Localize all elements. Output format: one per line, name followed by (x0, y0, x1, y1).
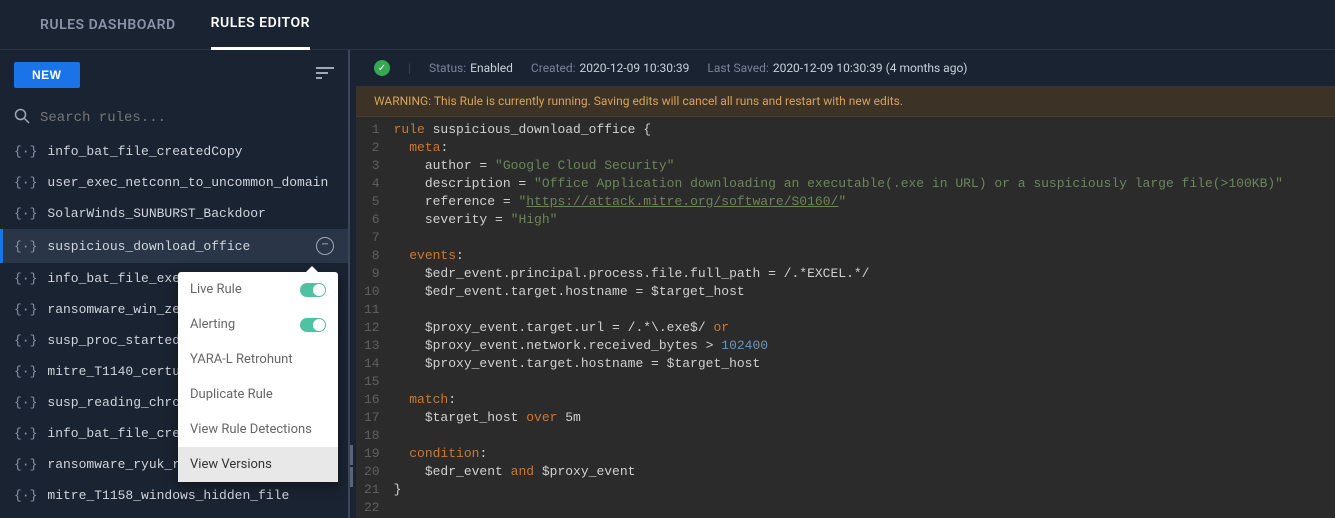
line-gutter: 12345678910111213141516171819202122 (356, 117, 394, 518)
rule-name: info_bat_file_exe (47, 271, 180, 286)
alerting-toggle[interactable] (300, 318, 326, 332)
menu-versions[interactable]: View Versions (178, 447, 338, 482)
tabs-bar: RULES DASHBOARD RULES EDITOR (0, 0, 1335, 50)
menu-live-rule[interactable]: Live Rule (178, 272, 338, 307)
rule-item[interactable]: {·} info_bat_file_createdCopy (0, 136, 348, 167)
rule-item[interactable]: {·} SolarWinds_SUNBURST_Backdoor (0, 198, 348, 229)
rule-icon: {·} (14, 333, 37, 348)
rule-name: mitre_T1158_windows_hidden_file (47, 488, 289, 503)
rule-name: susp_proc_started (47, 333, 180, 348)
rule-context-menu: Live Rule Alerting YARA-L Retrohunt Dupl… (178, 272, 338, 482)
tab-editor[interactable]: RULES EDITOR (211, 0, 310, 50)
rule-item[interactable]: {·} mitre_T1158_windows_hidden_file (0, 480, 348, 511)
rule-icon: {·} (14, 426, 37, 441)
sort-icon[interactable] (316, 67, 334, 83)
created-label: Created: (531, 61, 576, 75)
status-ok-icon: ✓ (374, 60, 390, 76)
status-bar: ✓ | Status:Enabled Created:2020-12-09 10… (356, 50, 1335, 86)
rule-name: suspicious_download_office (47, 239, 250, 254)
live-rule-toggle[interactable] (300, 283, 326, 297)
rule-name: ransomware_win_ze (47, 302, 180, 317)
rule-name: susp_reading_chro (47, 395, 180, 410)
menu-alerting[interactable]: Alerting (178, 307, 338, 342)
status-value: Enabled (470, 61, 513, 75)
rule-icon: {·} (14, 395, 37, 410)
rule-icon: {·} (14, 488, 37, 503)
rule-item[interactable]: {·} user_exec_netconn_to_uncommon_domain (0, 167, 348, 198)
menu-live-rule-label: Live Rule (190, 282, 242, 297)
rule-icon: {·} (14, 239, 37, 254)
rule-icon: {·} (14, 457, 37, 472)
rule-name: mitre_T1140_certu (47, 364, 180, 379)
search-icon (14, 108, 40, 128)
menu-retrohunt[interactable]: YARA-L Retrohunt (178, 342, 338, 377)
saved-label: Last Saved: (707, 61, 768, 75)
rule-name: info_bat_file_createdCopy (47, 144, 242, 159)
rule-icon: {·} (14, 271, 37, 286)
search-input[interactable] (40, 110, 334, 126)
rule-icon: {·} (14, 175, 37, 190)
rule-icon: {·} (14, 364, 37, 379)
menu-detections[interactable]: View Rule Detections (178, 412, 338, 447)
sidebar: NEW {·} info_bat_file_createdCopy {·} user_… (0, 50, 350, 518)
rule-icon: {·} (14, 206, 37, 221)
rule-icon: {·} (14, 144, 37, 159)
tab-dashboard[interactable]: RULES DASHBOARD (40, 1, 176, 49)
menu-alerting-label: Alerting (190, 317, 235, 332)
rule-name: ransomware_ryuk_r (47, 457, 180, 472)
menu-duplicate[interactable]: Duplicate Rule (178, 377, 338, 412)
search-row (0, 100, 348, 136)
rule-name: SolarWinds_SUNBURST_Backdoor (47, 206, 265, 221)
code-editor[interactable]: 12345678910111213141516171819202122 rule… (356, 117, 1335, 518)
more-icon[interactable]: ⋯ (316, 237, 334, 255)
editor-pane: ✓ | Status:Enabled Created:2020-12-09 10… (356, 50, 1335, 518)
rule-name: user_exec_netconn_to_uncommon_domain (47, 175, 328, 190)
new-rule-button[interactable]: NEW (14, 62, 80, 88)
warning-banner: WARNING: This Rule is currently running.… (356, 86, 1335, 117)
status-label: Status: (429, 61, 466, 75)
created-value: 2020-12-09 10:30:39 (580, 61, 690, 75)
rule-icon: {·} (14, 302, 37, 317)
rule-item[interactable]: {·} suspicious_download_office ⋯ (0, 229, 348, 263)
code-content[interactable]: rule suspicious_download_office { meta: … (394, 117, 1335, 518)
saved-value: 2020-12-09 10:30:39 (4 months ago) (773, 61, 968, 75)
rule-name: info_bat_file_cre (47, 426, 180, 441)
